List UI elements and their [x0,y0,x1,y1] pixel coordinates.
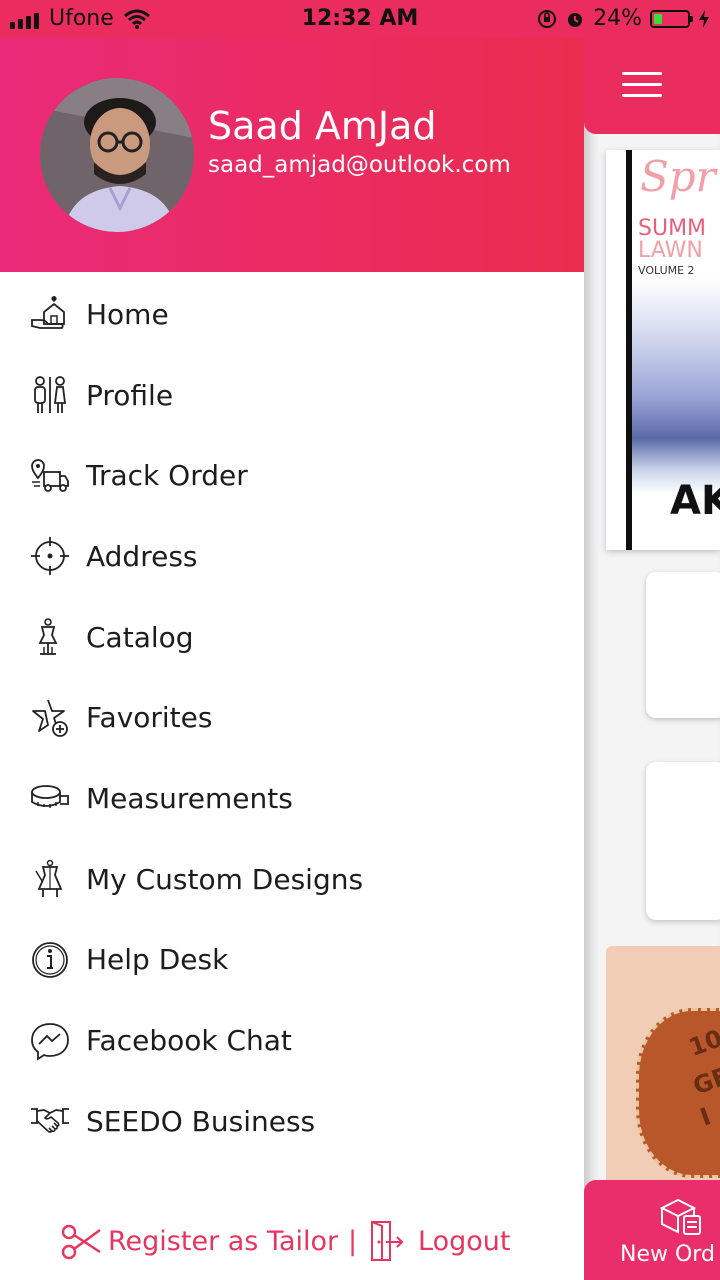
menu-item-home[interactable]: Home [0,274,584,355]
top-app-bar [584,38,720,134]
menu-label: Help Desk [86,943,229,977]
menu-label: Address [86,539,198,573]
user-name: Saad AmJad [208,104,437,148]
menu-item-my-custom-designs[interactable]: My Custom Designs [0,839,584,920]
status-bar: Ufone 12:32 AM 24% [0,0,720,38]
menu-item-measurements[interactable]: Measurements [0,758,584,839]
location-target-icon [31,537,69,576]
battery-percent: 24% [593,6,642,31]
patch-text: 10 [685,1024,720,1062]
avatar-photo [40,78,194,232]
scissors-icon [61,1224,101,1260]
menu-label: SEEDO Business [86,1104,316,1138]
menu-label: Favorites [86,701,213,735]
new-order-label: New Ord [620,1242,715,1267]
battery-icon [650,9,693,28]
menu-item-catalog[interactable]: Catalog [0,597,584,678]
dress-design-icon [35,859,63,898]
handshake-icon [31,1108,69,1134]
register-as-tailor-link[interactable]: Register as Tailor [108,1226,338,1257]
content-card[interactable] [646,572,720,718]
menu-item-favorites[interactable]: Favorites [0,677,584,758]
avatar[interactable] [40,78,194,232]
messenger-icon [31,1022,69,1061]
menu-label: My Custom Designs [86,862,364,896]
banner-script-text: Spr [640,152,716,201]
banner-brand-logo: AK [670,478,720,524]
menu-item-facebook-chat[interactable]: Facebook Chat [0,1000,584,1081]
delivery-truck-icon [31,458,69,492]
menu-label: Profile [86,378,174,412]
logout-link[interactable]: Logout [418,1226,510,1257]
drawer-footer: Register as Tailor | Logout [0,1218,584,1272]
menu-label: Facebook Chat [86,1024,292,1058]
profile-icon [34,376,67,414]
info-icon [32,941,68,978]
measuring-tape-icon [31,785,69,809]
box-checklist-icon [659,1198,701,1235]
charging-icon [699,9,709,28]
navigation-drawer: Saad AmJad saad_amjad@outlook.com Home P… [0,0,584,1280]
menu-item-profile[interactable]: Profile [0,355,584,436]
menu-label: Home [86,297,169,331]
promo-banner[interactable]: Spr SUMM LAWN VOLUME 2 AK [606,150,720,550]
hamburger-menu-icon[interactable] [622,72,662,98]
banner-edge [626,150,632,550]
new-order-button[interactable]: New Ord [584,1180,720,1280]
main-content: Spr SUMM LAWN VOLUME 2 AK 10 GE I New Or… [584,38,720,1280]
menu-label: Track Order [86,459,248,493]
home-hand-icon [31,296,65,330]
alarm-icon [568,12,583,27]
menu-item-seedo-business[interactable]: SEEDO Business [0,1081,584,1162]
drawer-menu: Home Profile Track Order Address Catalog… [0,274,584,1162]
mannequin-icon [38,618,58,655]
menu-label: Catalog [86,620,194,654]
banner-subtitle: LAWN [638,238,703,263]
footer-separator: | [348,1226,358,1257]
user-email: saad_amjad@outlook.com [208,152,511,178]
menu-item-help-desk[interactable]: Help Desk [0,920,584,1001]
menu-label: Measurements [86,781,293,815]
menu-item-address[interactable]: Address [0,516,584,597]
content-card[interactable] [646,762,720,920]
patch-text: GE [689,1061,720,1101]
leather-badge-image[interactable]: 10 GE I [606,946,720,1186]
star-plus-icon [32,699,68,737]
banner-volume: VOLUME 2 [638,264,695,277]
menu-item-track-order[interactable]: Track Order [0,435,584,516]
logout-door-icon [371,1221,404,1261]
drawer-header: Saad AmJad saad_amjad@outlook.com [0,38,584,272]
orientation-lock-icon [538,9,557,28]
patch-text: I [696,1102,715,1132]
leather-patch: 10 GE I [636,1008,720,1178]
